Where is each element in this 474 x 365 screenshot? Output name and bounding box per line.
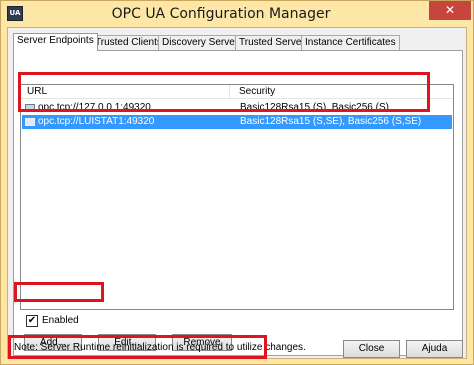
endpoints-list[interactable]: URL Security opc.tcp://127.0.0.1:49320 B… (20, 84, 454, 310)
endpoint-row-selected[interactable]: opc.tcp://LUISTAT1:49320 Basic128Rsa15 (… (22, 115, 452, 129)
help-button[interactable]: Ajuda (406, 340, 463, 358)
main-window: UA OPC UA Configuration Manager ✕ Server… (0, 0, 474, 365)
enabled-label: Enabled (42, 315, 79, 326)
window-title: OPC UA Configuration Manager (111, 6, 331, 22)
note-highlight-box (8, 335, 267, 359)
tab-instance-certificates[interactable]: Instance Certificates (301, 35, 400, 50)
title-bar[interactable]: UA OPC UA Configuration Manager ✕ (1, 1, 473, 26)
checkbox-check-icon[interactable]: ✔ (26, 315, 38, 327)
tab-trusted-clients[interactable]: Trusted Clients (91, 35, 166, 50)
endpoint-security: Basic128Rsa15 (S,SE), Basic256 (S,SE) (240, 116, 422, 127)
enabled-highlight-box (14, 282, 104, 302)
tab-discovery-servers[interactable]: Discovery Servers (158, 35, 248, 50)
endpoint-url: opc.tcp://LUISTAT1:49320 (38, 116, 155, 127)
tab-server-endpoints[interactable]: Server Endpoints (13, 33, 98, 51)
endpoints-highlight-box (18, 72, 430, 112)
window-close-button[interactable]: ✕ (429, 1, 471, 20)
close-button[interactable]: Close (343, 340, 400, 358)
endpoint-icon (25, 118, 35, 126)
